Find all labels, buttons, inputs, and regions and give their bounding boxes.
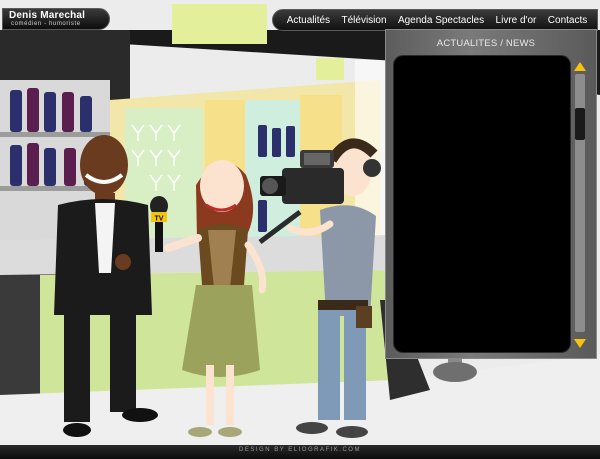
main-nav: Actualités Télévision Agenda Spectacles … (272, 9, 598, 31)
nav-television[interactable]: Télévision (341, 15, 386, 26)
panel-stand-base (433, 362, 477, 382)
nav-livre-dor[interactable]: Livre d'or (496, 15, 537, 26)
scroll-up-arrow-icon[interactable] (574, 62, 586, 71)
news-scrollbar[interactable] (574, 60, 588, 348)
scroll-thumb[interactable] (575, 108, 585, 140)
mic-label: TV (155, 216, 164, 223)
nav-contacts[interactable]: Contacts (548, 15, 587, 26)
news-screen[interactable] (394, 56, 570, 352)
site-logo[interactable]: Denis Marechal comédien - humoriste (2, 8, 110, 30)
nav-agenda-spectacles[interactable]: Agenda Spectacles (398, 15, 484, 26)
page: TV Denis Marechal comédien - humoriste A… (0, 0, 600, 459)
footer-credit[interactable]: DESIGN BY ELIOGRAFIK.COM (0, 447, 600, 453)
scroll-down-arrow-icon[interactable] (574, 339, 586, 348)
nav-actualites[interactable]: Actualités (287, 15, 330, 26)
news-panel: ACTUALITES / NEWS (385, 29, 597, 359)
news-title: ACTUALITES / NEWS (436, 38, 536, 49)
logo-name: Denis Marechal (9, 10, 86, 21)
logo-subtitle: comédien - humoriste (11, 21, 81, 27)
scroll-track[interactable] (575, 74, 585, 332)
